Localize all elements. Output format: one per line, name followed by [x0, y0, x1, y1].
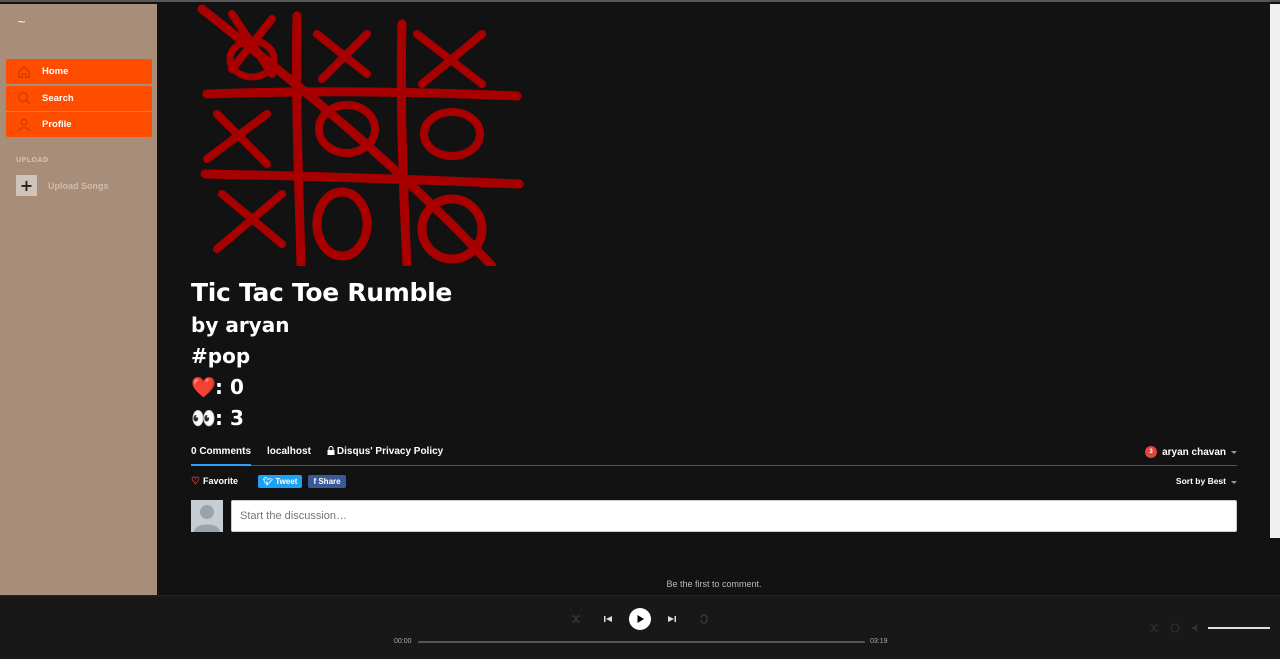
sidebar-item-label: Profile: [42, 119, 72, 130]
sidebar-nav: Home Search Profile: [6, 59, 152, 139]
chevron-down-icon: [1231, 481, 1237, 484]
favorite-button[interactable]: ♡ Favorite: [191, 476, 238, 487]
sidebar-item-label: Home: [42, 66, 69, 77]
twitter-icon: 🐦︎: [262, 476, 276, 486]
app-logo[interactable]: ~: [17, 16, 26, 27]
empty-comments-message: Be the first to comment.: [666, 579, 762, 589]
search-icon: [16, 90, 32, 106]
heart-outline-icon: ♡: [191, 475, 200, 487]
page-scrollbar[interactable]: [1270, 4, 1280, 538]
repeat-button[interactable]: [693, 608, 715, 630]
tweet-button[interactable]: 🐦︎ Tweet: [257, 474, 303, 488]
share-label: Share: [318, 476, 341, 486]
duration: 03:19: [870, 638, 888, 645]
sidebar: ~ Home Search Profile UPLOAD + Upload So…: [0, 4, 157, 595]
app-root: ~ Home Search Profile UPLOAD + Upload So…: [0, 0, 1280, 659]
volume-fill: [1208, 627, 1270, 629]
chevron-down-icon: [1231, 450, 1237, 454]
user-name: aryan chavan: [1162, 446, 1226, 458]
next-button[interactable]: [661, 608, 683, 630]
upload-songs-link[interactable]: + Upload Songs: [16, 175, 109, 196]
upload-songs-label: Upload Songs: [48, 180, 109, 191]
song-genre-tag: #pop: [191, 344, 251, 368]
repeat-icon: [700, 614, 708, 623]
tweet-label: Tweet: [275, 476, 298, 486]
sidebar-item-home[interactable]: Home: [6, 59, 152, 84]
devices-icon[interactable]: [1169, 622, 1181, 634]
sidebar-item-search[interactable]: Search: [6, 85, 152, 111]
shuffle-button[interactable]: [565, 608, 587, 630]
disqus-comments: 0 Comments localhost Disqus' Privacy Pol…: [191, 442, 1237, 533]
likes-value: : 0: [215, 375, 244, 399]
eyes-icon: 👀: [191, 406, 216, 430]
privacy-policy-label: Disqus' Privacy Policy: [336, 445, 444, 457]
player-bar: 00:00 03:19: [0, 595, 1280, 659]
comment-composer: [191, 500, 1237, 533]
views-value: : 3: [215, 406, 244, 430]
heart-icon: ❤️: [191, 375, 216, 399]
user-menu[interactable]: 3 aryan chavan: [1145, 446, 1237, 458]
previous-button[interactable]: [597, 608, 619, 630]
notification-badge[interactable]: 3: [1145, 446, 1158, 458]
skip-forward-icon: [668, 615, 676, 622]
current-time: 00:00: [394, 638, 412, 645]
album-cover-image: [197, 4, 524, 266]
play-button[interactable]: [629, 607, 651, 630]
comment-input[interactable]: [231, 500, 1237, 532]
upload-section-label: UPLOAD: [16, 157, 49, 164]
sidebar-item-profile[interactable]: Profile: [6, 112, 152, 137]
song-title: Tic Tac Toe Rumble: [191, 278, 453, 307]
skip-back-icon: [604, 615, 612, 622]
favorite-label: Favorite: [202, 476, 238, 486]
views-count: 👀: 3: [191, 403, 452, 434]
progress-bar[interactable]: [418, 641, 865, 643]
disqus-nav: 0 Comments localhost Disqus' Privacy Pol…: [191, 442, 1237, 466]
disqus-actions: ♡ Favorite 🐦︎ Tweet f Share Sort by Best: [191, 466, 1237, 496]
plus-icon[interactable]: +: [16, 175, 37, 196]
share-button[interactable]: f Share: [308, 474, 346, 488]
sort-label: Sort by Best: [1175, 476, 1226, 486]
volume-icon[interactable]: [1190, 622, 1202, 634]
extra-controls: [1148, 622, 1211, 634]
user-icon: [16, 117, 32, 133]
home-icon: [16, 64, 32, 80]
queue-icon[interactable]: [1148, 622, 1160, 634]
song-meta: Tic Tac Toe Rumble by aryan #pop ❤️: 0 👀…: [191, 278, 452, 434]
play-icon: [637, 614, 644, 623]
avatar: [191, 500, 223, 532]
lock-icon: [327, 445, 335, 455]
shuffle-icon: [572, 615, 580, 622]
song-artist: by aryan: [191, 313, 290, 337]
volume-slider[interactable]: [1208, 627, 1270, 629]
sidebar-item-label: Search: [42, 92, 74, 104]
tab-privacy-policy[interactable]: Disqus' Privacy Policy: [327, 442, 443, 466]
likes-count: ❤️: 0: [191, 372, 452, 403]
tab-comments[interactable]: 0 Comments: [191, 442, 252, 466]
player-controls: [565, 606, 715, 631]
sort-dropdown[interactable]: Sort by Best: [1176, 476, 1237, 486]
tab-community[interactable]: localhost: [267, 442, 311, 466]
